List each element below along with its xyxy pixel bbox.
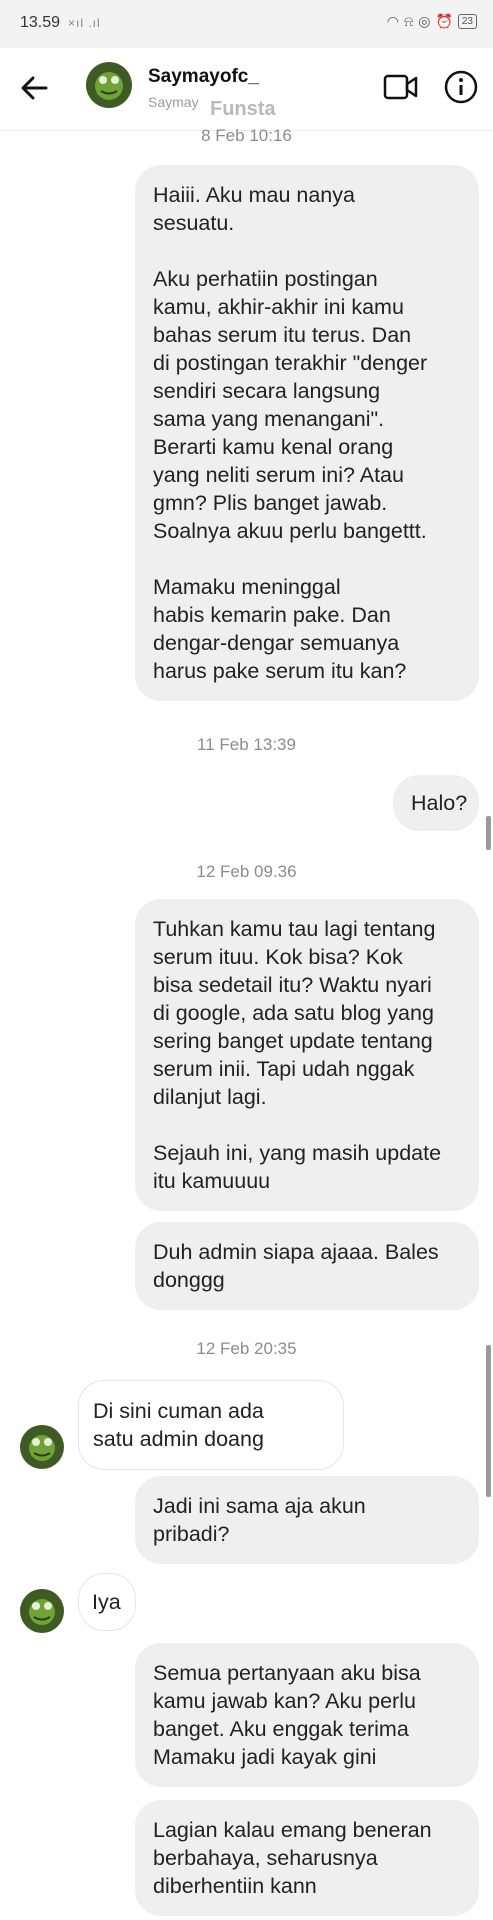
message-outgoing[interactable]: Semua pertanyaan aku bisa kamu jawab kan…	[135, 1643, 479, 1787]
alarm-icon: ⏰	[435, 13, 453, 29]
wifi-icon: ◠	[386, 13, 399, 29]
message-list[interactable]: 8 Feb 10:16 Haiii. Aku mau nanya sesuatu…	[0, 126, 493, 1920]
avatar[interactable]	[86, 62, 132, 108]
signal-icon: ×ıl .ıl	[68, 16, 101, 30]
info-button[interactable]	[443, 69, 479, 105]
contact-username: Saymay	[148, 94, 199, 110]
message-outgoing[interactable]: Lagian kalau emang beneran berbahaya, se…	[135, 1800, 479, 1916]
avatar[interactable]	[20, 1589, 64, 1633]
avatar[interactable]	[20, 1425, 64, 1469]
timestamp: 12 Feb 09.36	[196, 862, 297, 881]
chat-header: Saymayofc_ Saymay Funsta	[0, 48, 493, 131]
scrollbar[interactable]	[486, 816, 491, 850]
mute-bell-icon: ⍾	[403, 13, 414, 29]
timestamp: 11 Feb 13:39	[197, 735, 296, 754]
message-outgoing[interactable]: Haiii. Aku mau nanya sesuatu. Aku perhat…	[135, 165, 479, 701]
back-button[interactable]	[16, 70, 52, 106]
battery-icon: 23	[457, 14, 477, 29]
video-call-icon	[383, 74, 418, 100]
message-incoming[interactable]: Iya	[78, 1573, 136, 1631]
back-arrow-icon	[21, 76, 48, 100]
message-outgoing[interactable]: Tuhkan kamu tau lagi tentang serum ituu.…	[135, 899, 479, 1211]
data-saver-icon: ◎	[418, 13, 431, 29]
timestamp: 8 Feb 10:16	[201, 126, 292, 145]
contact-name[interactable]: Saymayofc_	[148, 66, 259, 88]
message-outgoing[interactable]: Jadi ini sama aja akun pribadi?	[135, 1476, 479, 1564]
message-incoming[interactable]: Di sini cuman ada satu admin doang	[78, 1380, 344, 1470]
scrollbar[interactable]	[486, 1345, 491, 1497]
status-bar: 13.59 ×ıl .ıl ◠ ⍾ ◎ ⏰ 23	[0, 0, 493, 48]
watermark-text: Funsta	[210, 98, 276, 120]
message-outgoing[interactable]: Duh admin siapa ajaaa. Bales donggg	[135, 1222, 479, 1310]
video-call-button[interactable]	[383, 72, 419, 102]
message-outgoing[interactable]: Halo?	[393, 775, 479, 831]
info-icon	[444, 70, 478, 104]
timestamp: 12 Feb 20:35	[196, 1339, 297, 1358]
status-time: 13.59	[20, 14, 61, 31]
